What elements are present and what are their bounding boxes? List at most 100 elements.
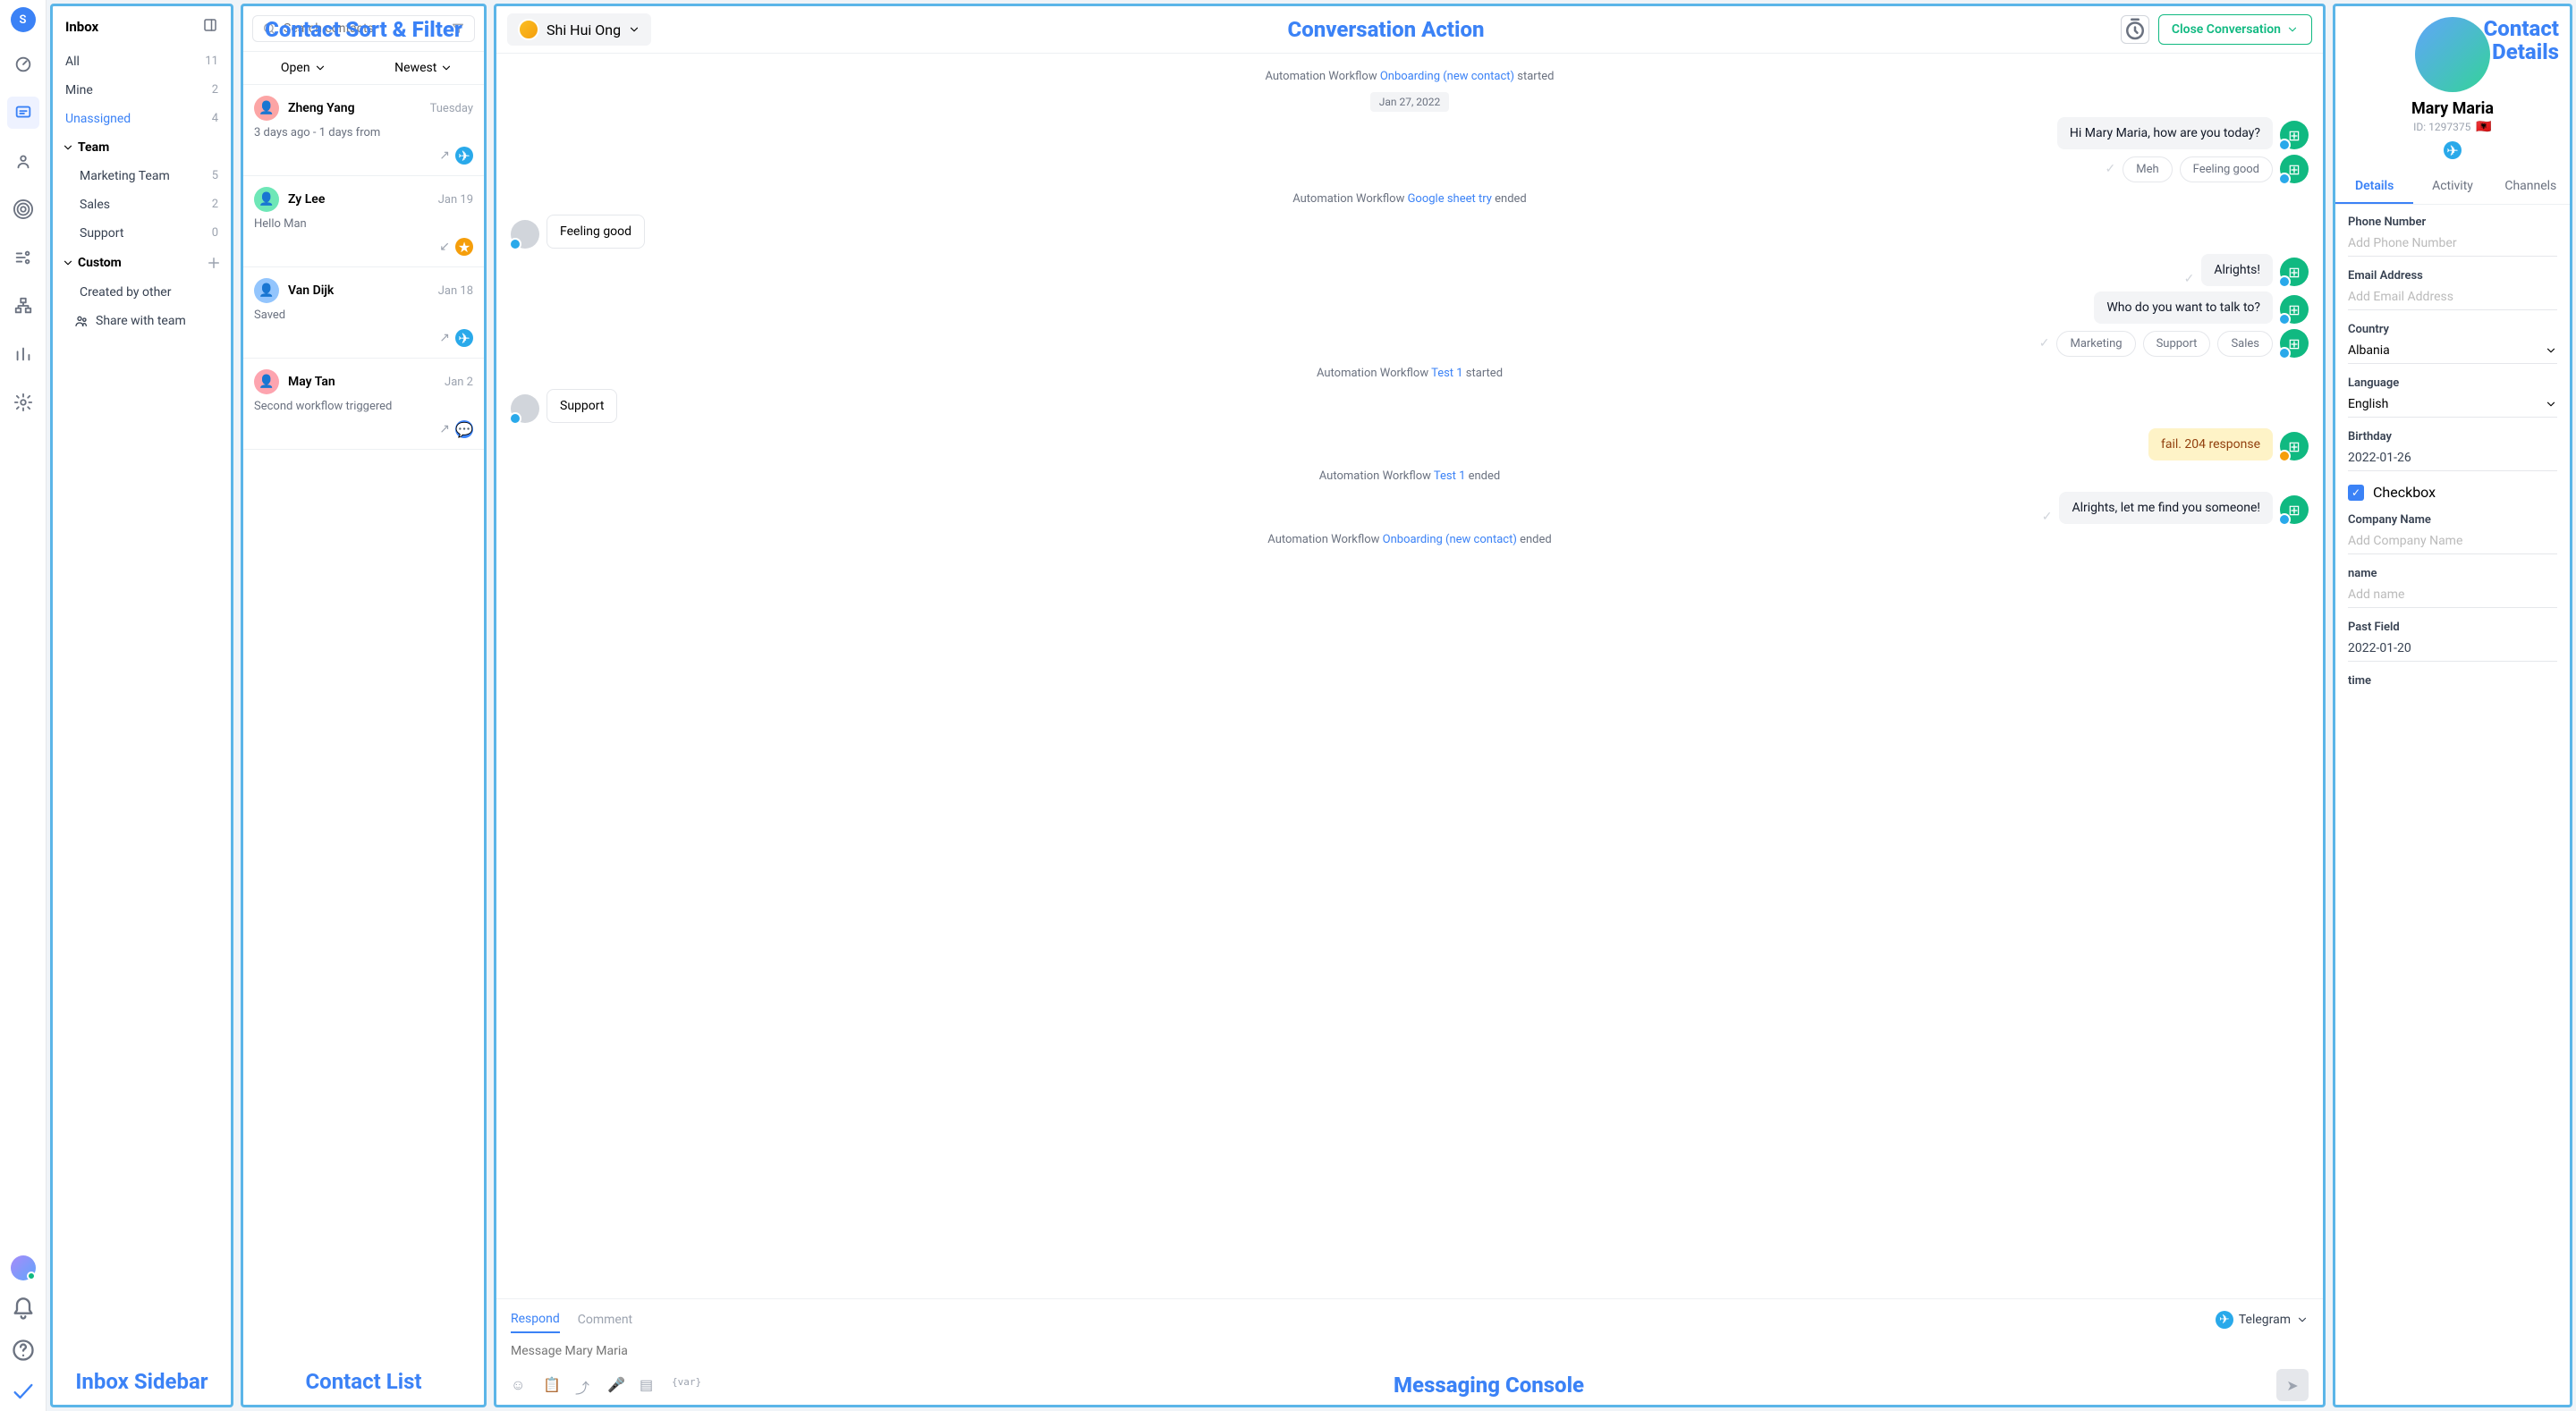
- org-icon[interactable]: [7, 290, 39, 322]
- nav-rail: S: [0, 0, 47, 1411]
- message-out: Hi Mary Maria, how are you today?: [2057, 117, 2273, 149]
- birthday-field[interactable]: [2348, 447, 2557, 471]
- user-avatar[interactable]: [11, 1255, 36, 1280]
- message-out: Alrights!: [2201, 254, 2273, 286]
- tab-comment[interactable]: Comment: [578, 1307, 632, 1332]
- tab-activity[interactable]: Activity: [2413, 170, 2491, 204]
- message-in: Support: [547, 389, 617, 423]
- country-flag-icon: 🇦🇱: [2476, 120, 2491, 134]
- messaging-console: Shi Hui Ong Conversation Action Close Co…: [494, 4, 2326, 1407]
- inbox-item-mine[interactable]: Mine2: [53, 76, 231, 105]
- arrow-out-icon: ↗: [439, 422, 450, 436]
- mic-icon[interactable]: 🎤: [607, 1376, 625, 1394]
- telegram-icon[interactable]: ✈: [2444, 141, 2462, 159]
- search-input[interactable]: [284, 21, 444, 36]
- quick-reply: Marketing: [2056, 331, 2135, 357]
- snippet-icon[interactable]: ▤: [640, 1376, 657, 1394]
- upload-icon[interactable]: ⤴: [575, 1376, 593, 1394]
- filter-open[interactable]: Open: [243, 52, 364, 84]
- compose-channel-select[interactable]: ✈Telegram: [2216, 1311, 2309, 1329]
- bot-avatar: ⊞: [2280, 432, 2309, 460]
- inbox-custom-share[interactable]: Share with team: [53, 307, 231, 335]
- inbox-team-sales[interactable]: Sales2: [53, 190, 231, 219]
- contact-details-panel: ContactDetails Mary Maria ID: 1297375🇦🇱 …: [2333, 4, 2572, 1407]
- message-out: Who do you want to talk to?: [2094, 291, 2273, 324]
- channel-icon: ★: [455, 238, 473, 256]
- contact-id: ID: 1297375🇦🇱: [2346, 120, 2559, 134]
- workflows-icon[interactable]: [7, 241, 39, 274]
- search-icon: [262, 21, 276, 36]
- phone-field[interactable]: [2348, 232, 2557, 257]
- bot-avatar: ⊞: [2280, 295, 2309, 324]
- contact-avatar: [511, 220, 539, 249]
- add-custom-icon[interactable]: [206, 255, 222, 271]
- bot-avatar: ⊞: [2280, 258, 2309, 286]
- dashboard-icon[interactable]: [7, 48, 39, 80]
- assignee-dropdown[interactable]: Shi Hui Ong: [507, 13, 651, 46]
- bot-avatar: ⊞: [2280, 495, 2309, 524]
- arrow-out-icon: ↗: [439, 331, 450, 345]
- snooze-button[interactable]: [2121, 15, 2149, 44]
- message-input[interactable]: [511, 1333, 2309, 1369]
- inbox-section-custom[interactable]: Custom: [53, 248, 231, 278]
- company-field[interactable]: [2348, 530, 2557, 554]
- quick-reply: Feeling good: [2180, 156, 2273, 182]
- contact-list-panel: Contact Sort & Filter Open Newest 👤Zheng…: [241, 4, 487, 1407]
- workflow-event: Automation Workflow Test 1 ended: [511, 469, 2309, 483]
- quick-reply: Support: [2143, 331, 2211, 357]
- clipboard-icon[interactable]: 📋: [543, 1376, 561, 1394]
- console-overlay-title: Conversation Action: [1287, 17, 1484, 42]
- assignee-avatar: [518, 19, 539, 40]
- inbox-title: Inbox: [65, 19, 98, 35]
- inbox-team-marketing[interactable]: Marketing Team5: [53, 162, 231, 190]
- reports-icon[interactable]: [7, 338, 39, 370]
- contact-avatar-large: [2415, 17, 2490, 92]
- inbox-custom-created[interactable]: Created by other: [53, 278, 231, 307]
- contacts-icon[interactable]: [7, 145, 39, 177]
- contact-card[interactable]: 👤Zy LeeJan 19 Hello Man ↙★: [243, 176, 484, 267]
- send-button[interactable]: ➤: [2276, 1369, 2309, 1401]
- help-icon[interactable]: [11, 1338, 36, 1363]
- tab-respond[interactable]: Respond: [511, 1306, 560, 1333]
- quick-reply: Sales: [2217, 331, 2273, 357]
- contact-search[interactable]: [252, 15, 475, 42]
- status-icon[interactable]: [11, 1379, 36, 1404]
- inbox-item-all[interactable]: All11: [53, 47, 231, 76]
- inbox-section-team[interactable]: Team: [53, 133, 231, 162]
- close-conversation-button[interactable]: Close Conversation: [2158, 14, 2312, 45]
- variable-icon[interactable]: {var}: [672, 1376, 701, 1394]
- workspace-avatar[interactable]: S: [11, 7, 36, 32]
- country-select[interactable]: Albania: [2348, 340, 2557, 364]
- settings-icon[interactable]: [7, 386, 39, 418]
- tab-details[interactable]: Details: [2335, 170, 2413, 204]
- check-icon: ✓: [2042, 510, 2053, 524]
- contact-card[interactable]: 👤Van DijkJan 18 Saved ↗✈: [243, 267, 484, 359]
- inbox-team-support[interactable]: Support0: [53, 219, 231, 248]
- email-field[interactable]: [2348, 286, 2557, 310]
- collapse-icon[interactable]: [202, 17, 218, 37]
- check-icon: ✓: [2039, 336, 2050, 351]
- bot-avatar: ⊞: [2280, 155, 2309, 183]
- language-select[interactable]: English: [2348, 393, 2557, 418]
- filter-newest[interactable]: Newest: [364, 52, 485, 84]
- notifications-icon[interactable]: [11, 1297, 36, 1322]
- emoji-icon[interactable]: ☺: [511, 1376, 529, 1394]
- contact-card[interactable]: 👤Zheng YangTuesday 3 days ago - 1 days f…: [243, 85, 484, 176]
- messages-icon[interactable]: [7, 97, 39, 129]
- tab-channels[interactable]: Channels: [2492, 170, 2570, 204]
- past-field[interactable]: [2348, 638, 2557, 662]
- filter-icon[interactable]: [451, 21, 465, 36]
- inbox-item-unassigned[interactable]: Unassigned4: [53, 105, 231, 133]
- inbox-panel-label: Inbox Sidebar: [53, 1358, 231, 1405]
- check-icon: ✓: [2184, 272, 2195, 286]
- inbox-sidebar: Inbox All11 Mine2 Unassigned4 Team Marke…: [50, 4, 233, 1407]
- contact-card[interactable]: 👤May TanJan 2 Second workflow triggered …: [243, 359, 484, 450]
- details-overlay-title: ContactDetails: [2484, 17, 2559, 64]
- quick-reply: Meh: [2123, 156, 2172, 182]
- workflow-event: Automation Workflow Onboarding (new cont…: [511, 533, 2309, 546]
- chat-icon: 💬: [455, 420, 473, 438]
- workflow-event: Automation Workflow Onboarding (new cont…: [511, 70, 2309, 83]
- name-field[interactable]: [2348, 584, 2557, 608]
- broadcast-icon[interactable]: [7, 193, 39, 225]
- checkbox-field[interactable]: ✓: [2348, 485, 2364, 501]
